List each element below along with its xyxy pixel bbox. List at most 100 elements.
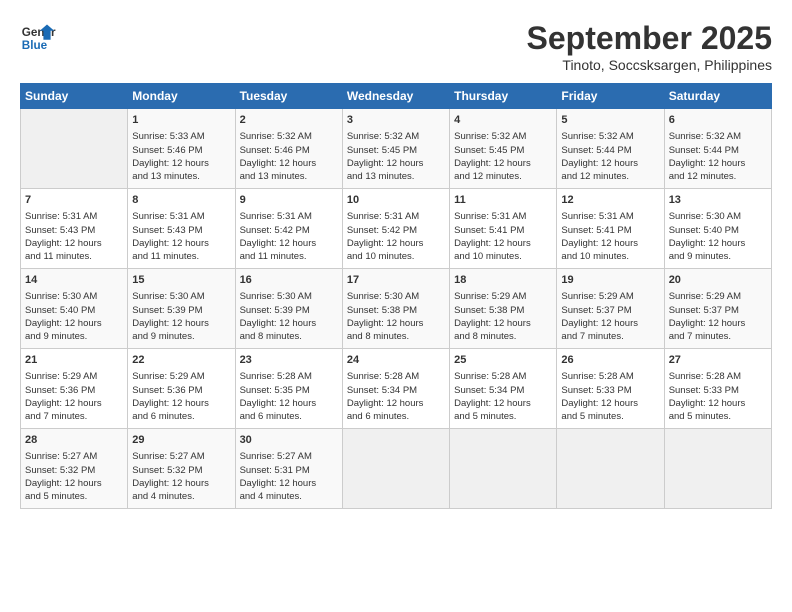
day-number: 22 (132, 353, 230, 368)
day-info: Sunrise: 5:32 AM Sunset: 5:44 PM Dayligh… (669, 130, 767, 183)
day-number: 14 (25, 273, 123, 288)
day-number: 28 (25, 433, 123, 448)
calendar-cell: 24 Sunrise: 5:28 AM Sunset: 5:34 PM Dayli… (342, 349, 449, 429)
calendar-cell (21, 109, 128, 189)
day-number: 13 (669, 193, 767, 208)
day-number: 23 (240, 353, 338, 368)
day-number: 6 (669, 113, 767, 128)
calendar-cell: 27 Sunrise: 5:28 AM Sunset: 5:33 PM Dayli… (664, 349, 771, 429)
week-row-3: 14 Sunrise: 5:30 AM Sunset: 5:40 PM Dayli… (21, 269, 772, 349)
calendar-cell: 20 Sunrise: 5:29 AM Sunset: 5:37 PM Dayli… (664, 269, 771, 349)
day-info: Sunrise: 5:31 AM Sunset: 5:43 PM Dayligh… (132, 210, 230, 263)
day-info: Sunrise: 5:31 AM Sunset: 5:42 PM Dayligh… (240, 210, 338, 263)
calendar-cell: 21 Sunrise: 5:29 AM Sunset: 5:36 PM Dayli… (21, 349, 128, 429)
day-info: Sunrise: 5:29 AM Sunset: 5:37 PM Dayligh… (669, 290, 767, 343)
calendar-cell: 9 Sunrise: 5:31 AM Sunset: 5:42 PM Daylig… (235, 189, 342, 269)
header-day-monday: Monday (128, 84, 235, 109)
calendar-cell: 10 Sunrise: 5:31 AM Sunset: 5:42 PM Dayli… (342, 189, 449, 269)
day-info: Sunrise: 5:30 AM Sunset: 5:39 PM Dayligh… (132, 290, 230, 343)
days-header-row: SundayMondayTuesdayWednesdayThursdayFrid… (21, 84, 772, 109)
day-info: Sunrise: 5:28 AM Sunset: 5:34 PM Dayligh… (347, 370, 445, 423)
day-number: 30 (240, 433, 338, 448)
calendar-cell: 18 Sunrise: 5:29 AM Sunset: 5:38 PM Dayli… (450, 269, 557, 349)
day-info: Sunrise: 5:28 AM Sunset: 5:34 PM Dayligh… (454, 370, 552, 423)
day-number: 5 (561, 113, 659, 128)
month-title: September 2025 (527, 20, 772, 57)
calendar-cell: 5 Sunrise: 5:32 AM Sunset: 5:44 PM Daylig… (557, 109, 664, 189)
day-info: Sunrise: 5:32 AM Sunset: 5:46 PM Dayligh… (240, 130, 338, 183)
calendar-cell: 4Sunrise: 5:32 AM Sunset: 5:45 PM Daylig… (450, 109, 557, 189)
day-info: Sunrise: 5:30 AM Sunset: 5:38 PM Dayligh… (347, 290, 445, 343)
day-number: 19 (561, 273, 659, 288)
day-info: Sunrise: 5:27 AM Sunset: 5:32 PM Dayligh… (132, 450, 230, 503)
day-info: Sunrise: 5:30 AM Sunset: 5:40 PM Dayligh… (25, 290, 123, 343)
day-info: Sunrise: 5:31 AM Sunset: 5:41 PM Dayligh… (561, 210, 659, 263)
day-info: Sunrise: 5:29 AM Sunset: 5:37 PM Dayligh… (561, 290, 659, 343)
calendar-cell (342, 429, 449, 509)
calendar-cell: 17 Sunrise: 5:30 AM Sunset: 5:38 PM Dayli… (342, 269, 449, 349)
day-info: Sunrise: 5:29 AM Sunset: 5:36 PM Dayligh… (132, 370, 230, 423)
calendar-cell: 16 Sunrise: 5:30 AM Sunset: 5:39 PM Dayli… (235, 269, 342, 349)
calendar-cell: 23Sunrise: 5:28 AM Sunset: 5:35 PM Dayli… (235, 349, 342, 429)
calendar-cell: 12 Sunrise: 5:31 AM Sunset: 5:41 PM Dayli… (557, 189, 664, 269)
calendar-cell: 3 Sunrise: 5:32 AM Sunset: 5:45 PM Daylig… (342, 109, 449, 189)
day-number: 17 (347, 273, 445, 288)
day-number: 11 (454, 193, 552, 208)
header-day-friday: Friday (557, 84, 664, 109)
header-day-wednesday: Wednesday (342, 84, 449, 109)
calendar-table: SundayMondayTuesdayWednesdayThursdayFrid… (20, 83, 772, 509)
day-info: Sunrise: 5:29 AM Sunset: 5:38 PM Dayligh… (454, 290, 552, 343)
day-number: 29 (132, 433, 230, 448)
day-number: 3 (347, 113, 445, 128)
day-number: 27 (669, 353, 767, 368)
calendar-cell: 13Sunrise: 5:30 AM Sunset: 5:40 PM Dayli… (664, 189, 771, 269)
day-number: 15 (132, 273, 230, 288)
calendar-cell: 15 Sunrise: 5:30 AM Sunset: 5:39 PM Dayli… (128, 269, 235, 349)
day-number: 12 (561, 193, 659, 208)
day-info: Sunrise: 5:33 AM Sunset: 5:46 PM Dayligh… (132, 130, 230, 183)
header-day-thursday: Thursday (450, 84, 557, 109)
day-number: 16 (240, 273, 338, 288)
day-info: Sunrise: 5:31 AM Sunset: 5:42 PM Dayligh… (347, 210, 445, 263)
day-number: 8 (132, 193, 230, 208)
calendar-cell: 8 Sunrise: 5:31 AM Sunset: 5:43 PM Daylig… (128, 189, 235, 269)
day-info: Sunrise: 5:31 AM Sunset: 5:43 PM Dayligh… (25, 210, 123, 263)
day-number: 9 (240, 193, 338, 208)
day-info: Sunrise: 5:27 AM Sunset: 5:32 PM Dayligh… (25, 450, 123, 503)
header-day-sunday: Sunday (21, 84, 128, 109)
week-row-1: 1Sunrise: 5:33 AM Sunset: 5:46 PM Daylig… (21, 109, 772, 189)
title-block: September 2025 Tinoto, Soccsksargen, Phi… (527, 20, 772, 73)
day-info: Sunrise: 5:32 AM Sunset: 5:44 PM Dayligh… (561, 130, 659, 183)
calendar-cell (664, 429, 771, 509)
day-number: 18 (454, 273, 552, 288)
header-day-tuesday: Tuesday (235, 84, 342, 109)
day-info: Sunrise: 5:28 AM Sunset: 5:33 PM Dayligh… (561, 370, 659, 423)
calendar-cell: 14 Sunrise: 5:30 AM Sunset: 5:40 PM Dayli… (21, 269, 128, 349)
location-title: Tinoto, Soccsksargen, Philippines (527, 57, 772, 73)
day-info: Sunrise: 5:28 AM Sunset: 5:33 PM Dayligh… (669, 370, 767, 423)
day-info: Sunrise: 5:29 AM Sunset: 5:36 PM Dayligh… (25, 370, 123, 423)
calendar-cell: 22 Sunrise: 5:29 AM Sunset: 5:36 PM Dayli… (128, 349, 235, 429)
week-row-5: 28 Sunrise: 5:27 AM Sunset: 5:32 PM Dayli… (21, 429, 772, 509)
day-number: 25 (454, 353, 552, 368)
day-number: 10 (347, 193, 445, 208)
day-number: 20 (669, 273, 767, 288)
svg-text:Blue: Blue (22, 39, 48, 52)
calendar-cell: 26 Sunrise: 5:28 AM Sunset: 5:33 PM Dayli… (557, 349, 664, 429)
day-info: Sunrise: 5:31 AM Sunset: 5:41 PM Dayligh… (454, 210, 552, 263)
day-number: 26 (561, 353, 659, 368)
calendar-cell: 30Sunrise: 5:27 AM Sunset: 5:31 PM Dayli… (235, 429, 342, 509)
calendar-cell: 7Sunrise: 5:31 AM Sunset: 5:43 PM Daylig… (21, 189, 128, 269)
calendar-cell: 1Sunrise: 5:33 AM Sunset: 5:46 PM Daylig… (128, 109, 235, 189)
logo: General Blue (20, 20, 56, 56)
day-info: Sunrise: 5:30 AM Sunset: 5:39 PM Dayligh… (240, 290, 338, 343)
calendar-cell (450, 429, 557, 509)
week-row-4: 21 Sunrise: 5:29 AM Sunset: 5:36 PM Dayli… (21, 349, 772, 429)
day-number: 2 (240, 113, 338, 128)
day-number: 24 (347, 353, 445, 368)
calendar-cell: 19 Sunrise: 5:29 AM Sunset: 5:37 PM Dayli… (557, 269, 664, 349)
day-info: Sunrise: 5:32 AM Sunset: 5:45 PM Dayligh… (347, 130, 445, 183)
calendar-cell: 29 Sunrise: 5:27 AM Sunset: 5:32 PM Dayli… (128, 429, 235, 509)
day-number: 21 (25, 353, 123, 368)
header: General Blue September 2025 Tinoto, Socc… (20, 20, 772, 73)
